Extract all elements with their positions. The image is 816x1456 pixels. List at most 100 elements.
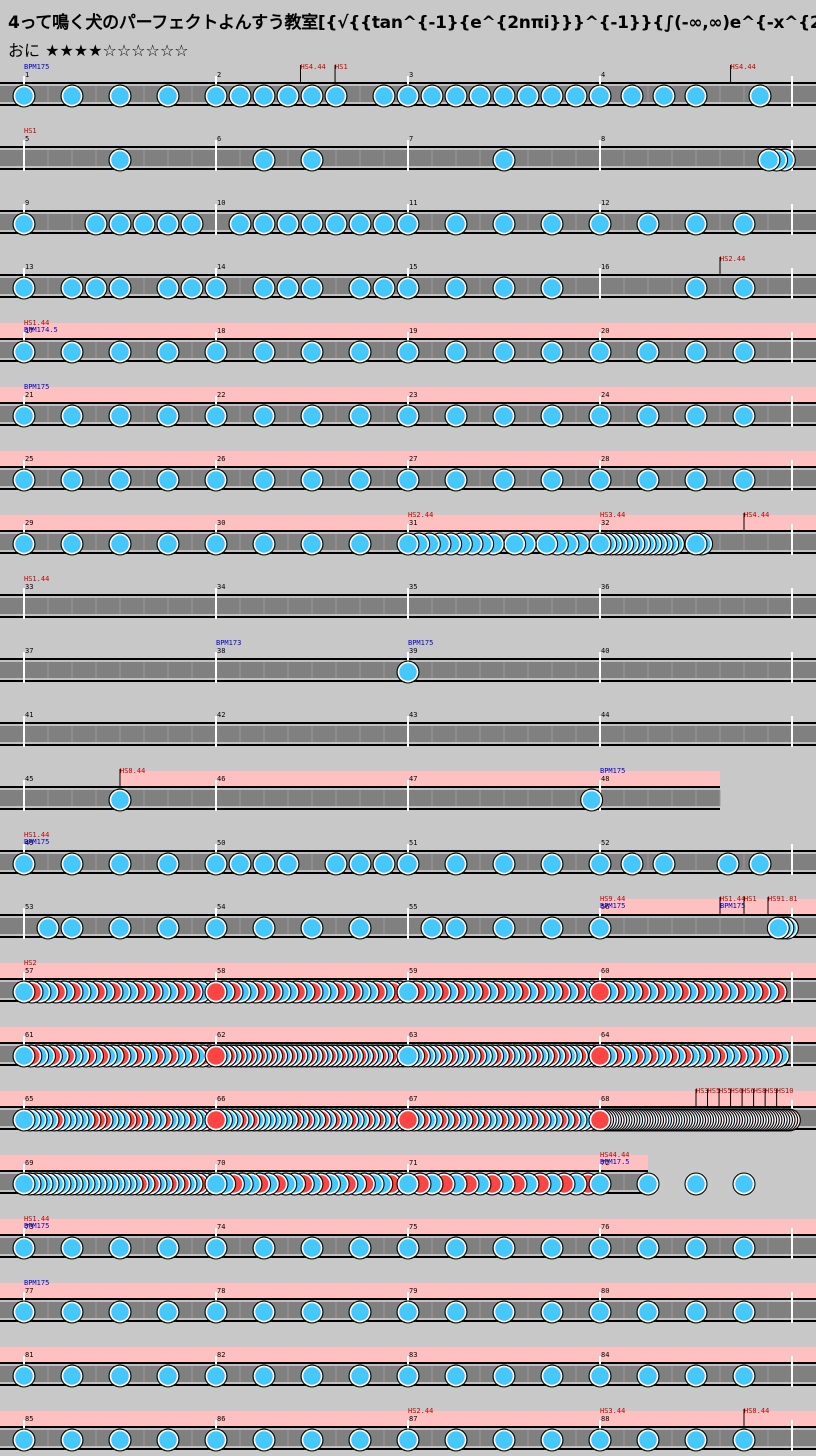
ka-note (157, 853, 179, 875)
ka-note (301, 917, 323, 939)
ka-note (685, 469, 707, 491)
bar-number: 40 (601, 647, 609, 655)
bar-number: 81 (25, 1351, 33, 1359)
ka-note (205, 533, 227, 555)
scroll-speed-label: HS1.44 (24, 575, 49, 583)
bar-number: 20 (601, 327, 609, 335)
don-note (205, 981, 227, 1003)
bar-number: 50 (217, 839, 225, 847)
ka-note (349, 1429, 371, 1451)
ka-note (421, 917, 443, 939)
ka-note (157, 341, 179, 363)
ka-note (397, 1365, 419, 1387)
bar-number: 16 (601, 263, 609, 271)
ka-note (685, 533, 707, 555)
bar-number: 88 (601, 1415, 609, 1423)
ka-note (61, 277, 83, 299)
ka-note (541, 277, 563, 299)
ka-note (349, 533, 371, 555)
ka-note (685, 341, 707, 363)
ka-note (205, 405, 227, 427)
ka-note (445, 1365, 467, 1387)
bar-number: 13 (25, 263, 33, 271)
ka-note (493, 277, 515, 299)
don-note (589, 1045, 611, 1067)
ka-note (109, 533, 131, 555)
ka-note (277, 853, 299, 875)
ka-note (13, 1429, 35, 1451)
ka-note (493, 469, 515, 491)
scroll-speed-label: HS4.44 (731, 63, 756, 71)
ka-note (157, 1365, 179, 1387)
ka-note (397, 1173, 419, 1195)
ka-note (61, 469, 83, 491)
ka-note (253, 405, 275, 427)
ka-note (685, 213, 707, 235)
scroll-speed-label: HS4.44 (744, 511, 769, 519)
ka-note (157, 1301, 179, 1323)
ka-note (397, 533, 419, 555)
ka-note (301, 405, 323, 427)
bar-number: 1 (25, 71, 29, 79)
bar-number: 78 (217, 1287, 225, 1295)
ka-note (205, 1365, 227, 1387)
ka-note (581, 789, 602, 811)
bar-number: 55 (409, 903, 417, 911)
ka-note (157, 213, 179, 235)
ka-note (301, 1365, 323, 1387)
ka-note (541, 1429, 563, 1451)
ka-note (733, 1365, 755, 1387)
ka-note (205, 1173, 227, 1195)
bar-number: 65 (25, 1095, 33, 1103)
bar-number: 2 (217, 71, 221, 79)
ka-note (253, 1429, 275, 1451)
bar-number: 79 (409, 1287, 417, 1295)
ka-note (733, 277, 755, 299)
ka-note (157, 405, 179, 427)
bar-number: 46 (217, 775, 225, 783)
ka-note (301, 469, 323, 491)
ka-note (13, 405, 35, 427)
bar-number: 83 (409, 1351, 417, 1359)
bar-number: 75 (409, 1223, 417, 1231)
ka-note (517, 85, 539, 107)
ka-note (493, 341, 515, 363)
ka-note (397, 1301, 419, 1323)
ka-note (253, 213, 275, 235)
ka-note (637, 469, 659, 491)
bar-number: 22 (217, 391, 225, 399)
ka-note (445, 1237, 467, 1259)
ka-note (13, 533, 35, 555)
bar-number: 37 (25, 647, 33, 655)
ka-note (733, 341, 755, 363)
bar-number: 39 (409, 647, 417, 655)
ka-note (205, 1429, 227, 1451)
bar-number: 80 (601, 1287, 609, 1295)
scroll-speed-label: HS8.44 (744, 1407, 769, 1415)
bar-number: 67 (409, 1095, 417, 1103)
bar-number: 8 (601, 135, 605, 143)
ka-note (733, 1237, 755, 1259)
bpm-label: BPM175 (24, 383, 49, 391)
ka-note (493, 405, 515, 427)
ka-note (589, 469, 611, 491)
ka-note (397, 981, 419, 1003)
bpm-label: BPM175 (600, 902, 625, 910)
ka-note (253, 917, 275, 939)
bar-number: 10 (217, 199, 225, 207)
bar-number: 9 (25, 199, 29, 207)
ka-note (349, 853, 371, 875)
don-note (589, 981, 611, 1003)
ka-note (253, 1237, 275, 1259)
ka-note (685, 405, 707, 427)
bar-number: 76 (601, 1223, 609, 1231)
bpm-label: BPM173 (216, 639, 241, 647)
bar-number: 52 (601, 839, 609, 847)
ka-note (637, 1429, 659, 1451)
ka-note (685, 1237, 707, 1259)
ka-note (13, 341, 35, 363)
ka-note (589, 1173, 611, 1195)
ka-note (13, 1365, 35, 1387)
ka-note (253, 341, 275, 363)
ka-note (109, 469, 131, 491)
